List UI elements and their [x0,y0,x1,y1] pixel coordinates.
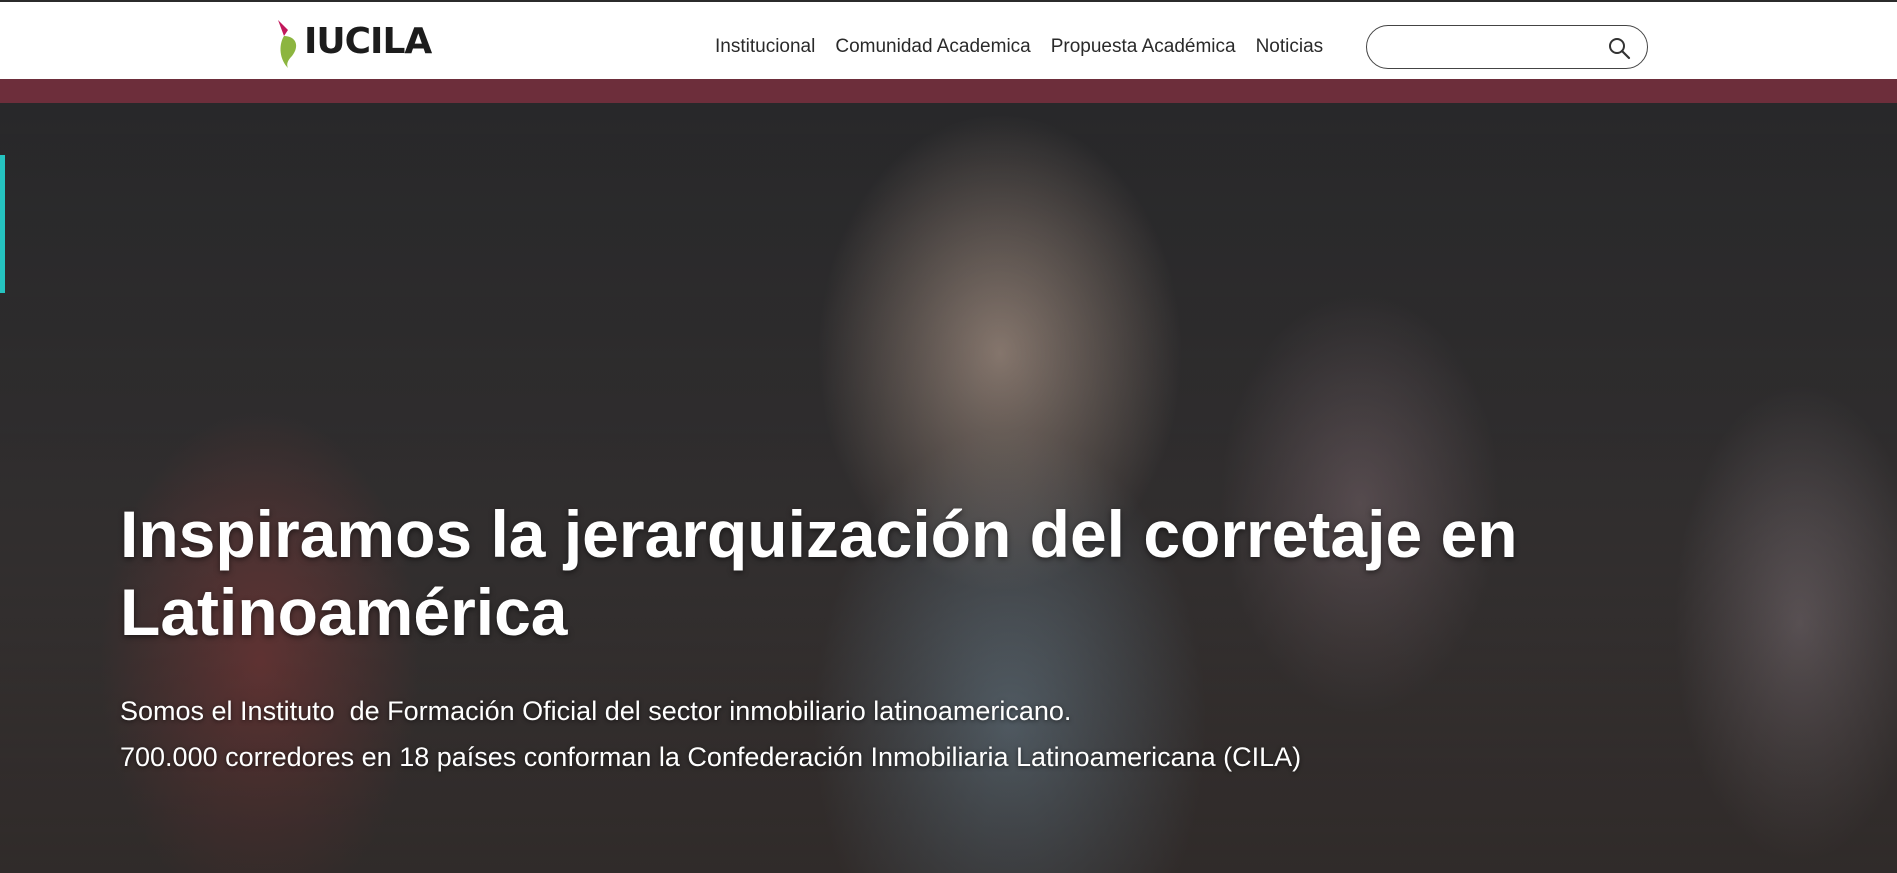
nav-item-propuesta-academica[interactable]: Propuesta Académica [1051,36,1236,58]
hero-subtitle-line-1: Somos el Instituto de Formación Oficial … [120,696,1072,726]
main-nav: Institucional Comunidad Academica Propue… [715,36,1343,58]
nav-item-noticias[interactable]: Noticias [1256,36,1324,58]
logo-leaf-icon [278,20,297,68]
search-box [1366,25,1648,69]
logo-text: IUCILA [304,21,432,62]
hero-headline: Inspiramos la jerarquización del correta… [120,497,1518,649]
logo[interactable]: IUCILA [274,16,432,68]
hero-subtitle-line-2: 700.000 corredores en 18 países conforma… [120,742,1302,772]
search-input[interactable] [1383,34,1603,60]
accent-band [0,79,1897,103]
nav-item-comunidad-academica[interactable]: Comunidad Academica [835,36,1030,58]
hero-banner: Inspiramos la jerarquización del correta… [0,103,1897,873]
left-edge-marker [0,155,5,293]
nav-item-institucional[interactable]: Institucional [715,36,815,58]
site-header: IUCILA Institucional Comunidad Academica… [0,2,1897,79]
search-icon[interactable] [1607,36,1631,60]
